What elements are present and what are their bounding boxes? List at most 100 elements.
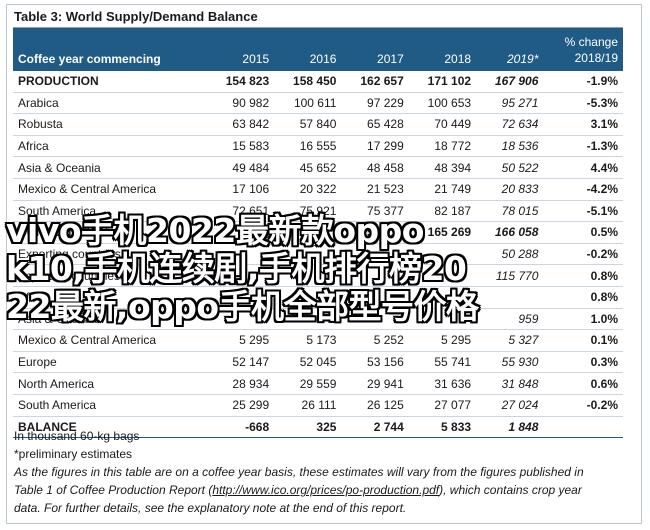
row-value: 52 147 (206, 351, 275, 374)
row-value: 20 833 (476, 178, 544, 201)
header-year: 2019* (507, 52, 539, 66)
row-value: 166 058 (476, 221, 544, 244)
row-pct-change: -1.3% (543, 135, 623, 158)
table-row: Mexico & Central America 5 295 5 173 5 252 5… (13, 329, 623, 352)
row-label: Europe (13, 351, 207, 374)
row-value: 82 187 (408, 200, 477, 223)
row-value (341, 243, 409, 266)
row-label: Robusta (13, 113, 207, 136)
row-label: PRODUCTION (13, 70, 207, 93)
row-value: 65 428 (341, 113, 409, 136)
row-value: 57 840 (274, 113, 342, 136)
row-value: 27 077 (408, 394, 477, 417)
row-value (274, 308, 342, 331)
row-value: 55 930 (476, 351, 544, 374)
table-row: Exporting countries 50 288 -0.2% (13, 243, 623, 266)
row-value: 78 015 (476, 200, 544, 223)
row-value: 17 299 (341, 135, 409, 158)
table-row: South America 25 299 26 111 26 125 27 077 27 … (13, 394, 623, 417)
row-value: 75 921 (274, 200, 342, 223)
row-value: 18 536 (476, 135, 544, 158)
row-value: 5 252 (341, 329, 409, 352)
row-value: 165 269 (408, 221, 477, 244)
row-value: 27 024 (476, 394, 544, 417)
row-pct-change: -0.2% (543, 243, 623, 266)
row-label: CONSUMPTION (13, 221, 207, 244)
row-pct-change: 0.8% (543, 286, 623, 309)
table-row: Africa 15 583 16 555 17 299 18 772 18 536 -1.3… (13, 135, 623, 158)
row-value: 115 770 (476, 264, 544, 287)
row-value: 5 295 (206, 329, 275, 352)
table-row: Asia & Oceania 959 1.0% (13, 308, 623, 331)
row-pct-change: 1.0% (543, 308, 623, 331)
row-value (274, 243, 342, 266)
row-value: 48 458 (341, 156, 409, 179)
row-label: Exporting countries (13, 243, 207, 266)
row-value: 50 288 (476, 243, 544, 266)
table-header-row: Coffee year commencing 2015 2016 2017 20… (13, 28, 623, 71)
row-value: 97 229 (341, 92, 409, 115)
row-pct-change: -4.2% (543, 178, 623, 201)
row-pct-change: 0.1% (543, 329, 623, 352)
row-value (206, 243, 275, 266)
row-value: 28 934 (206, 372, 275, 395)
header-year: 2015 (242, 52, 270, 66)
row-label: Africa (13, 135, 207, 158)
table-row: CONSUMPTION 159 913 165 269 166 058 0.5% (13, 221, 623, 244)
row-value (476, 286, 544, 309)
row-label: South America (13, 200, 207, 223)
source-link[interactable]: http://www.ico.org/prices/po-production.… (212, 483, 439, 497)
row-pct-change: 0.3% (543, 351, 623, 374)
row-value: 31 848 (476, 372, 544, 395)
header-year: 2018 (444, 52, 472, 66)
row-value (206, 264, 275, 287)
row-value (408, 308, 477, 331)
row-value (274, 221, 342, 244)
note-estimate: *preliminary estimates (14, 447, 133, 461)
row-value: 5 173 (274, 329, 342, 352)
table-row: Africa 0.8% (13, 286, 623, 309)
row-value: 90 982 (206, 92, 275, 115)
row-value (206, 221, 275, 244)
row-label: North America (13, 372, 207, 395)
note-source-a: As the figures in this table are on a co… (14, 465, 584, 479)
row-label: Africa (13, 286, 207, 309)
row-value (206, 308, 275, 331)
table-notes: In thousand 60-kg bags *preliminary esti… (14, 427, 626, 517)
row-pct-change: 0.8% (543, 264, 623, 287)
row-value: 959 (476, 308, 544, 331)
row-value: 45 652 (274, 156, 342, 179)
row-pct-change: 0.6% (543, 372, 623, 395)
row-value: 159 913 (341, 221, 409, 244)
row-label: Asia & Oceania (13, 156, 207, 179)
row-value: 29 941 (341, 372, 409, 395)
table-title: Table 3: World Supply/Demand Balance (14, 9, 258, 24)
row-value: 49 484 (206, 156, 275, 179)
note-source-d: data. For further details, see the expla… (14, 501, 407, 515)
table-row: North America 28 934 29 559 29 941 31 636 31 … (13, 372, 623, 395)
row-value: 171 102 (408, 70, 477, 93)
row-value: 21 523 (341, 178, 409, 201)
row-value: 95 271 (476, 92, 544, 115)
row-value: 29 559 (274, 372, 342, 395)
supply-demand-table: Coffee year commencing 2015 2016 2017 20… (13, 28, 623, 439)
row-value: 154 823 (206, 70, 275, 93)
table-row: PRODUCTION 154 823 158 450 162 657 171 102 16… (13, 70, 623, 93)
row-label: Mexico & Central America (13, 329, 207, 352)
header-year: 2017 (377, 52, 404, 66)
row-value: 72 634 (476, 113, 544, 136)
row-value: 5 327 (476, 329, 544, 352)
row-value (341, 264, 409, 287)
row-pct-change: 0.5% (543, 221, 623, 244)
row-value: 26 125 (341, 394, 409, 417)
row-value: 52 045 (274, 351, 342, 374)
row-value: 72 651 (206, 200, 275, 223)
row-value: 16 555 (274, 135, 342, 158)
note-source-c: ), which contains crop year (439, 483, 582, 497)
row-pct-change: -5.1% (543, 200, 623, 223)
note-source: As the figures in this table are on a co… (14, 463, 626, 517)
row-value: 53 156 (341, 351, 409, 374)
row-value (341, 286, 409, 309)
note-unit: In thousand 60-kg bags (14, 429, 140, 443)
row-value (408, 264, 477, 287)
